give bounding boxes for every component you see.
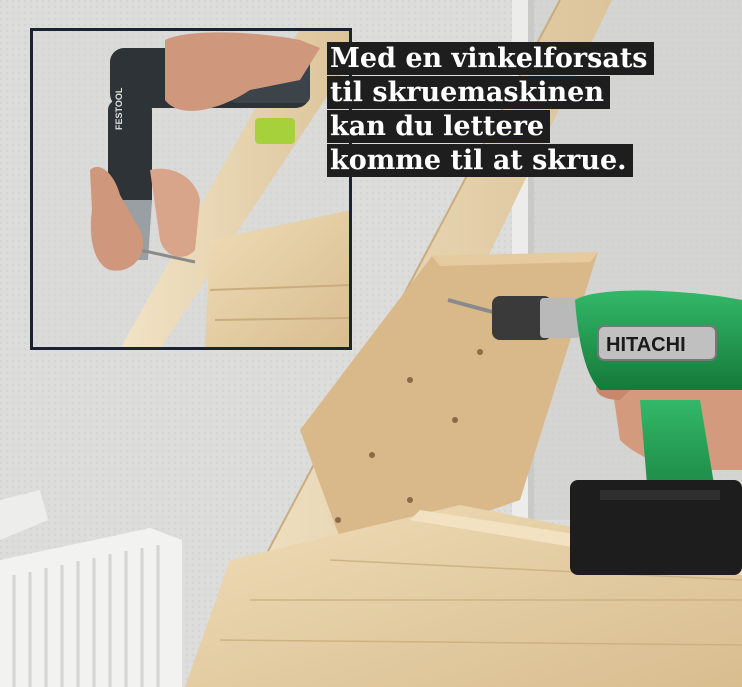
caption-line: til skruemaskinen <box>327 76 610 109</box>
drill-brand-label: HITACHI <box>606 334 686 356</box>
caption-line: komme til at skrue. <box>327 144 633 177</box>
caption-line: kan du lettere <box>327 110 551 143</box>
photo-caption: Med en vinkelforsats til skruemaskinen k… <box>327 42 707 178</box>
caption-line: Med en vinkelforsats <box>327 42 654 75</box>
inset-frame <box>30 28 352 350</box>
